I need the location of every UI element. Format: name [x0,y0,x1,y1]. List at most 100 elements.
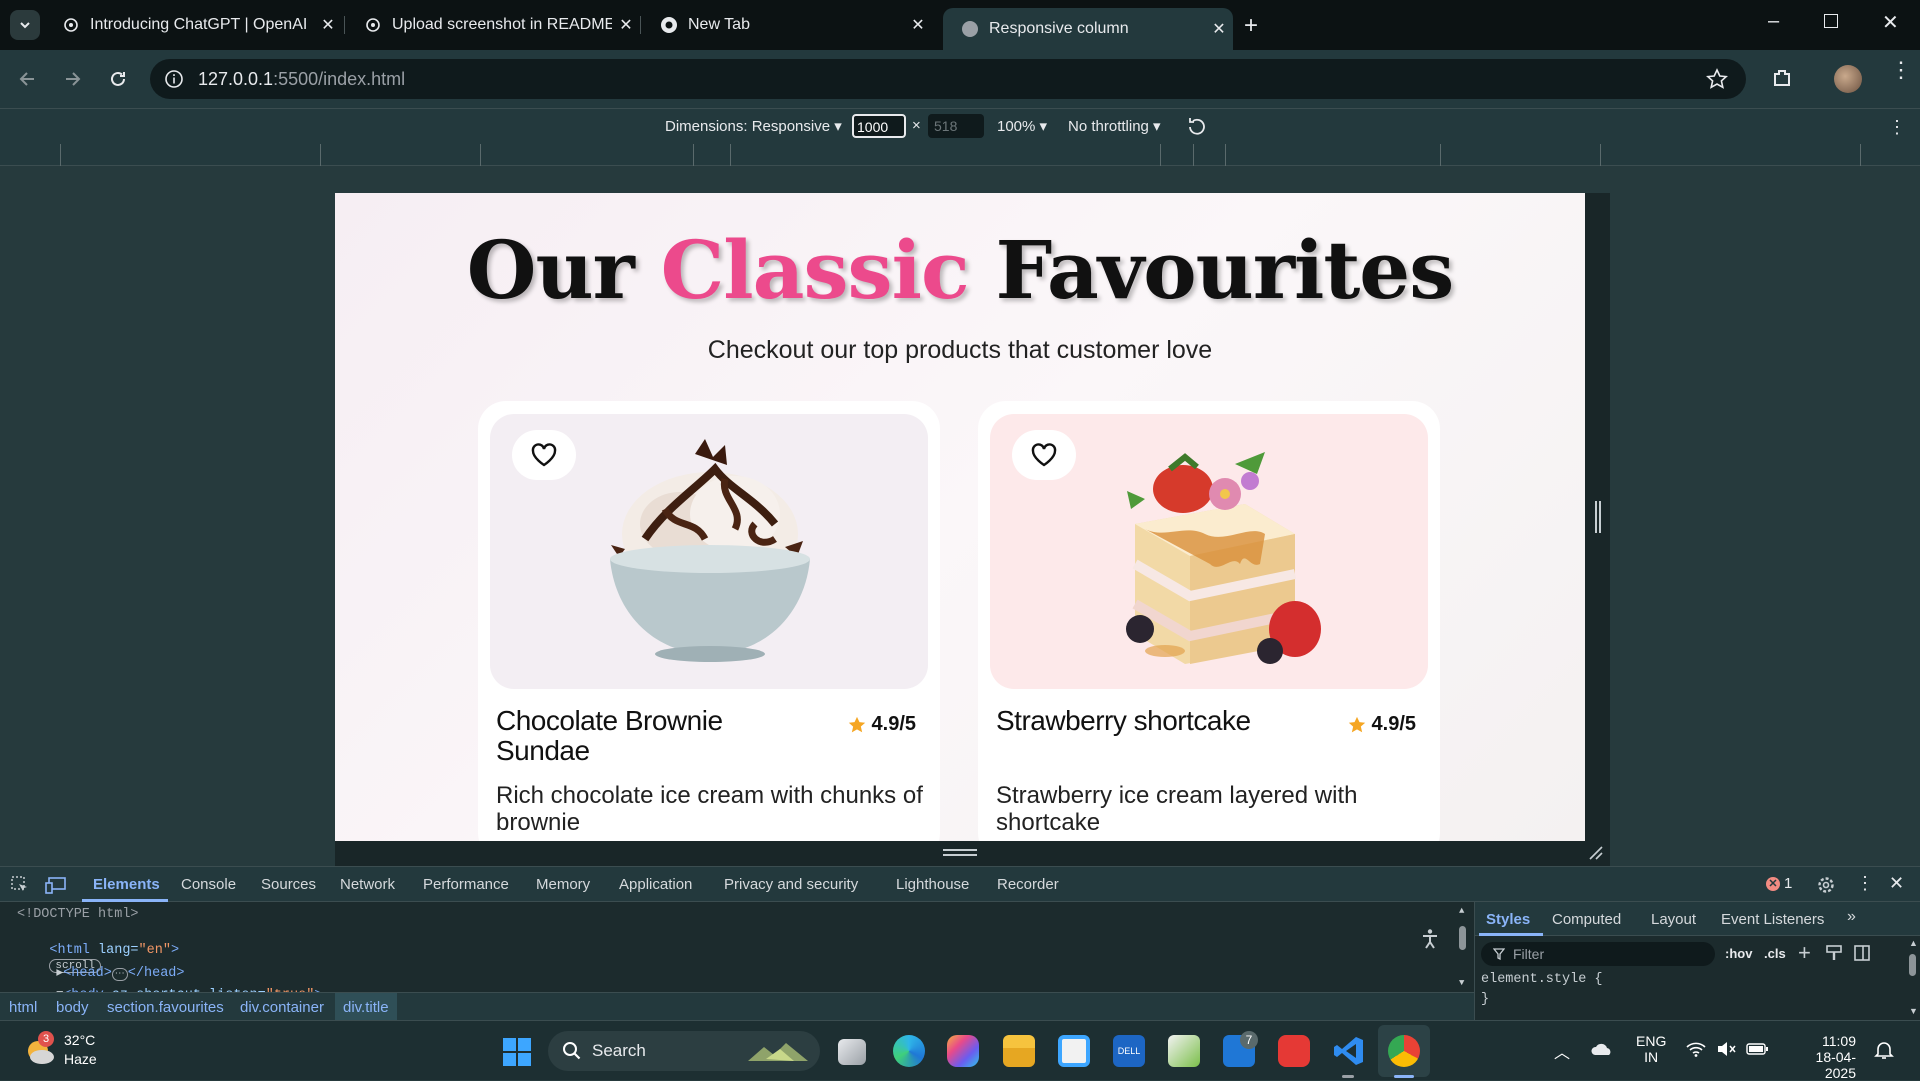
sidebar-toggle-icon[interactable] [1853,944,1871,962]
weather-temp: 32°C [64,1032,96,1048]
rotate-icon[interactable] [1186,115,1208,137]
tab-console[interactable]: Console [181,876,236,893]
tab-network[interactable]: Network [340,876,395,893]
profile-avatar[interactable] [1834,65,1862,93]
edge-browser-icon[interactable] [893,1035,925,1067]
new-style-rule-icon[interactable]: + [1798,940,1811,966]
wifi-icon[interactable] [1686,1041,1706,1057]
horizontal-resize-handle[interactable] [1595,501,1601,533]
file-explorer-icon[interactable] [1003,1035,1035,1067]
tab-sources[interactable]: Sources [261,876,316,893]
tab-search-button[interactable] [10,10,40,40]
more-tabs-icon[interactable]: » [1847,908,1856,926]
tab-introducing-chatgpt[interactable]: Introducing ChatGPT | OpenAI ✕ [44,8,342,42]
restore-button[interactable] [1824,14,1838,28]
media-query-ruler[interactable] [0,144,1920,166]
battery-icon[interactable] [1746,1043,1768,1055]
close-icon[interactable]: ✕ [612,15,640,35]
product-description: Rich chocolate ice cream with chunks of … [496,782,923,836]
close-devtools-icon[interactable]: ✕ [1889,873,1904,894]
tab-privacy-security[interactable]: Privacy and security [724,876,858,893]
breadcrumb-html[interactable]: html [9,999,37,1016]
device-toolbar-menu-icon[interactable]: ⋮ [1888,117,1906,138]
settings-gear-icon[interactable] [1816,875,1836,895]
device-toggle-icon[interactable] [45,876,67,894]
show-hidden-icons[interactable]: ︿ [1554,1039,1570,1063]
breadcrumb-body[interactable]: body [56,999,89,1016]
class-toggle[interactable]: .cls [1764,946,1786,961]
dom-line-doctype[interactable]: <!DOCTYPE html> [17,907,139,922]
forward-icon[interactable] [62,68,84,90]
tab-elements[interactable]: Elements [93,876,160,893]
tab-performance[interactable]: Performance [423,876,509,893]
styles-rule-selector[interactable]: element.style { [1481,972,1603,987]
windows-start-icon[interactable] [502,1037,532,1067]
hover-state-toggle[interactable]: :hov [1725,946,1752,961]
vscode-icon[interactable] [1333,1035,1365,1067]
tab-application[interactable]: Application [619,876,692,893]
styles-filter-input[interactable]: Filter [1481,942,1715,966]
accessibility-icon[interactable] [1420,928,1440,950]
onedrive-icon[interactable] [1590,1041,1614,1057]
paint-brush-icon[interactable] [1825,944,1843,962]
elements-dom-tree[interactable]: <!DOCTYPE html> <html lang="en"> scroll … [0,902,1474,1003]
close-icon[interactable]: ✕ [1205,19,1233,39]
tab-memory[interactable]: Memory [536,876,590,893]
tab-new-tab[interactable]: New Tab ✕ [642,8,932,42]
favourite-button[interactable] [1012,430,1076,480]
product-card[interactable]: Strawberry shortcake 4.9/5 Strawberry ic… [978,401,1440,841]
vertical-resize-handle[interactable] [943,849,977,856]
tab-computed[interactable]: Computed [1552,911,1621,928]
new-tab-button[interactable]: + [1244,12,1258,40]
close-icon[interactable]: ✕ [904,15,932,35]
close-window-button[interactable]: ✕ [1882,10,1899,35]
photo-app-icon[interactable] [1168,1035,1200,1067]
height-input[interactable]: 518 [928,114,984,138]
weather-widget[interactable]: 3 32°C Haze [24,1031,114,1071]
taskbar-search-box[interactable]: Search [548,1031,820,1071]
notification-bell-icon[interactable] [1874,1040,1894,1060]
dell-app-icon[interactable]: DELL [1113,1035,1145,1067]
reload-icon[interactable] [107,68,129,90]
minimize-button[interactable]: – [1768,10,1779,33]
extensions-icon[interactable] [1770,66,1794,90]
task-view-icon[interactable] [838,1039,866,1065]
tab-lighthouse[interactable]: Lighthouse [896,876,969,893]
inspect-element-icon[interactable] [11,876,29,894]
system-clock[interactable]: 11:09 18-04-2025 [1786,1033,1856,1081]
product-card[interactable]: Chocolate Brownie Sundae 4.9/5 Rich choc… [478,401,940,841]
site-info-icon[interactable] [164,69,184,89]
browser-menu-icon[interactable]: ⋮ [1890,59,1912,81]
throttling-dropdown[interactable]: No throttling ▾ [1068,117,1161,135]
breadcrumb-title[interactable]: div.title [335,993,397,1020]
styles-scrollbar[interactable]: ▲ ▼ [1907,938,1919,1018]
viewport-resize-gutter-bottom [335,841,1610,866]
breadcrumb-container[interactable]: div.container [240,999,324,1016]
bookmark-star-icon[interactable] [1706,68,1728,90]
back-icon[interactable] [16,68,38,90]
chrome-taskbar-icon[interactable] [1388,1035,1420,1067]
corner-resize-handle[interactable] [1588,845,1604,861]
volume-muted-icon[interactable] [1716,1041,1736,1057]
tab-responsive-column[interactable]: Responsive column ✕ [943,8,1233,50]
close-icon[interactable]: ✕ [314,15,342,35]
tab-upload-screenshot[interactable]: Upload screenshot in README ✕ [346,8,640,42]
address-bar[interactable]: 127.0.0.1:5500/index.html [150,59,1746,99]
tab-layout[interactable]: Layout [1651,911,1696,928]
copilot-icon[interactable] [947,1035,979,1067]
tab-event-listeners[interactable]: Event Listeners [1721,911,1824,928]
dimensions-dropdown[interactable]: Dimensions: Responsive ▾ [665,117,842,135]
width-input[interactable]: 1000 [852,114,906,138]
tab-styles[interactable]: Styles [1486,911,1530,928]
dom-scrollbar[interactable]: ▲ ▼ [1457,906,1467,990]
microsoft-store-icon[interactable] [1058,1035,1090,1067]
favourite-button[interactable] [512,430,576,480]
wps-office-icon[interactable] [1278,1035,1310,1067]
dimension-separator: × [912,117,921,134]
breadcrumb-section[interactable]: section.favourites [107,999,224,1016]
tab-recorder[interactable]: Recorder [997,876,1059,893]
error-counter[interactable]: ✕ 1 [1766,875,1792,892]
devtools-menu-icon[interactable]: ⋮ [1856,873,1874,894]
language-indicator[interactable]: ENG IN [1636,1033,1666,1065]
zoom-dropdown[interactable]: 100% ▾ [997,117,1047,135]
